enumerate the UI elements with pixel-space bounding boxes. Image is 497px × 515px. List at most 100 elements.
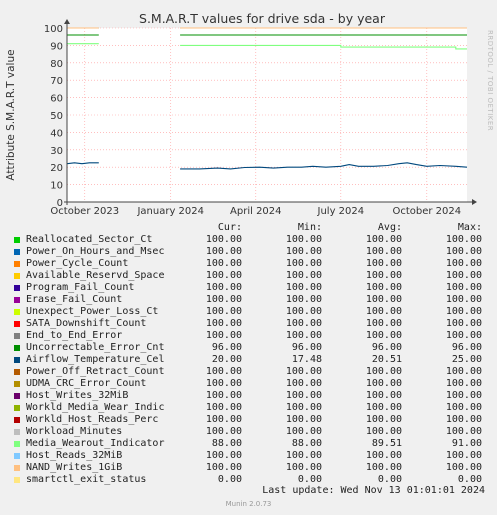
- legend-min: 100.00: [285, 270, 322, 281]
- legend-max: 100.00: [445, 402, 482, 413]
- legend-cur: 100.00: [205, 318, 242, 329]
- legend-series-name: Power_Cycle_Count: [26, 258, 129, 269]
- legend-min: 100.00: [285, 330, 322, 341]
- legend-cur: 0.00: [217, 474, 242, 485]
- legend-min: 88.00: [291, 438, 322, 449]
- legend-avg: 100.00: [365, 330, 402, 341]
- legend-min: 100.00: [285, 390, 322, 401]
- legend-series-name: Workload_Minutes: [26, 426, 123, 437]
- legend-avg: 100.00: [365, 294, 402, 305]
- legend-min: 100.00: [285, 378, 322, 389]
- legend-row: Workld_Media_Wear_Indic 100.00 100.00 100.0…: [12, 402, 492, 414]
- legend-avg: 96.00: [371, 342, 402, 353]
- legend-cur: 100.00: [205, 234, 242, 245]
- legend-swatch: [14, 477, 20, 483]
- legend-header-cur: Cur:: [217, 222, 242, 233]
- legend-row: Power_Cycle_Count 100.00 100.00 100.00 100.0…: [12, 258, 492, 270]
- legend-avg: 100.00: [365, 450, 402, 461]
- y-tick-label: 80: [50, 59, 63, 70]
- legend-series-name: Unexpect_Power_Loss_Ct: [26, 306, 159, 317]
- legend-min: 100.00: [285, 366, 322, 377]
- legend-row: Host_Writes_32MiB 100.00 100.00 100.00 100.0…: [12, 390, 492, 402]
- legend-cur: 96.00: [211, 342, 242, 353]
- legend-cur: 100.00: [205, 306, 242, 317]
- y-tick-label: 50: [50, 111, 63, 122]
- legend-row: Program_Fail_Count 100.00 100.00 100.00 100.…: [12, 282, 492, 294]
- legend-swatch: [14, 249, 20, 255]
- x-tick-label: October 2023: [50, 206, 119, 217]
- legend-swatch: [14, 297, 20, 303]
- legend-min: 100.00: [285, 306, 322, 317]
- legend-max: 100.00: [445, 450, 482, 461]
- legend-min: 100.00: [285, 258, 322, 269]
- legend-swatch: [14, 429, 20, 435]
- legend-cur: 100.00: [205, 282, 242, 293]
- y-tick-label: 70: [50, 76, 63, 87]
- legend-max: 100.00: [445, 318, 482, 329]
- legend-avg: 100.00: [365, 318, 402, 329]
- legend-min: 100.00: [285, 282, 322, 293]
- legend-min: 17.48: [291, 354, 322, 365]
- legend-series-name: UDMA_CRC_Error_Count: [26, 378, 147, 389]
- legend-swatch: [14, 405, 20, 411]
- legend-max: 100.00: [445, 330, 482, 341]
- legend-max: 100.00: [445, 462, 482, 473]
- x-tick-label: January 2024: [136, 206, 204, 217]
- legend-row: Power_On_Hours_and_Msec 100.00 100.00 100.0…: [12, 246, 492, 258]
- legend-row: Host_Reads_32MiB 100.00 100.00 100.00 100.00: [12, 450, 492, 462]
- legend-min: 100.00: [285, 234, 322, 245]
- legend-cur: 100.00: [205, 258, 242, 269]
- legend-series-name: Power_Off_Retract_Count: [26, 366, 165, 377]
- legend-series-name: Reallocated_Sector_Ct: [26, 234, 153, 245]
- legend-cur: 100.00: [205, 366, 242, 377]
- chart-title: S.M.A.R.T values for drive sda - by year: [139, 11, 386, 26]
- legend-min: 100.00: [285, 450, 322, 461]
- last-update: Last update: Wed Nov 13 01:01:01 2024: [262, 485, 485, 496]
- legend-series-name: SATA_Downshift_Count: [26, 318, 147, 329]
- legend-swatch: [14, 345, 20, 351]
- rrdtool-watermark: RRDTOOL / TOBI OETIKER: [486, 30, 494, 132]
- legend-swatch: [14, 261, 20, 267]
- legend-cur: 100.00: [205, 330, 242, 341]
- y-tick-label: 60: [50, 94, 63, 105]
- legend-max: 91.00: [451, 438, 482, 449]
- legend-series-name: Airflow_Temperature_Cel: [26, 354, 165, 365]
- smart-chart: 0102030405060708090100October 2023 Januar…: [5, 11, 477, 217]
- legend-swatch: [14, 273, 20, 279]
- legend-swatch: [14, 441, 20, 447]
- legend: Cur: Min: Avg: Max: Reallocated_Sector_C…: [12, 222, 492, 486]
- legend-cur: 100.00: [205, 294, 242, 305]
- x-axis-arrow: [472, 199, 477, 205]
- legend-min: 100.00: [285, 318, 322, 329]
- legend-row: Reallocated_Sector_Ct 100.00 100.00 100.00 1…: [12, 234, 492, 246]
- legend-row: Uncorrectable_Error_Cnt 96.00 96.00 96.00 96…: [12, 342, 492, 354]
- y-tick-label: 20: [50, 163, 63, 174]
- legend-header-min: Min:: [297, 222, 322, 233]
- legend-max: 100.00: [445, 282, 482, 293]
- legend-avg: 100.00: [365, 402, 402, 413]
- legend-swatch: [14, 333, 20, 339]
- legend-max: 100.00: [445, 390, 482, 401]
- legend-max: 100.00: [445, 270, 482, 281]
- legend-row: UDMA_CRC_Error_Count 100.00 100.00 100.00 10…: [12, 378, 492, 390]
- legend-max: 100.00: [445, 378, 482, 389]
- legend-row: SATA_Downshift_Count 100.00 100.00 100.00 10…: [12, 318, 492, 330]
- legend-cur: 100.00: [205, 402, 242, 413]
- legend-row: Workld_Host_Reads_Perc 100.00 100.00 100.00…: [12, 414, 492, 426]
- legend-avg: 100.00: [365, 246, 402, 257]
- legend-cur: 100.00: [205, 414, 242, 425]
- legend-min: 96.00: [291, 342, 322, 353]
- legend-series-name: Workld_Host_Reads_Perc: [26, 414, 159, 425]
- x-tick-label: July 2024: [317, 206, 365, 217]
- legend-avg: 100.00: [365, 378, 402, 389]
- legend-swatch: [14, 453, 20, 459]
- legend-max: 100.00: [445, 258, 482, 269]
- legend-series-name: smartctl_exit_status: [26, 474, 147, 485]
- legend-series-name: Media_Wearout_Indicator: [26, 438, 165, 449]
- legend-series-name: Host_Writes_32MiB: [26, 390, 129, 401]
- legend-min: 100.00: [285, 294, 322, 305]
- legend-min: 100.00: [285, 462, 322, 473]
- legend-series-name: Power_On_Hours_and_Msec: [26, 246, 165, 257]
- y-tick-label: 40: [50, 128, 63, 139]
- legend-max: 100.00: [445, 306, 482, 317]
